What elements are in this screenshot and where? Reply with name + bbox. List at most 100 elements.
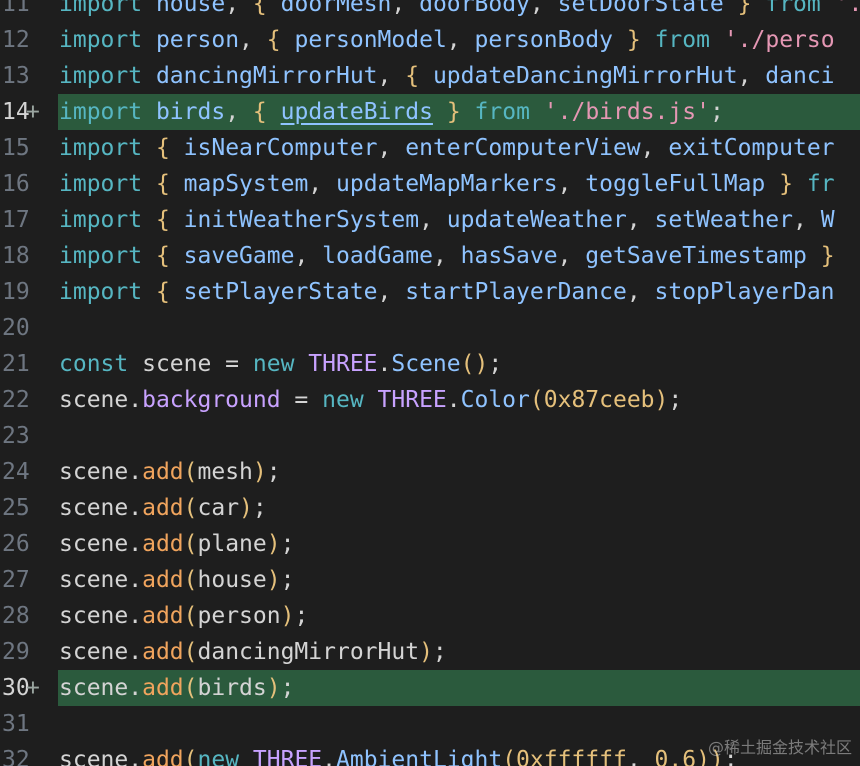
code-token: } [446,99,461,125]
code-token: , [377,135,406,161]
code-token: ( [183,603,198,629]
code-token: dancingMirrorHut [155,63,378,89]
code-token: './birds.js' [543,99,710,125]
code-line[interactable]: 25 scene.add(car); [0,490,860,526]
code-line[interactable]: 27 scene.add(house); [0,562,860,598]
code-token: ) [252,459,267,485]
code-token: add [142,603,184,629]
code-line[interactable]: 21 const scene = new THREE.Scene(); [0,346,860,382]
code-token: toggleFullMap [585,171,766,197]
code-token: getSaveTimestamp [585,243,807,269]
code-text: scene.add(new THREE.AmbientLight(0xfffff… [59,742,738,766]
code-line[interactable]: 28 scene.add(person); [0,598,860,634]
code-token: mapSystem [183,171,309,197]
code-line[interactable]: 17 import { initWeatherSystem, updateWeat… [0,202,860,238]
code-token: ) [266,567,281,593]
code-token: initWeatherSystem [183,207,420,233]
code-token: { [155,279,170,305]
code-line[interactable]: 23 [0,418,860,454]
code-line[interactable]: 29 scene.add(dancingMirrorHut); [0,634,860,670]
code-token: danci [765,63,835,89]
code-line-added[interactable]: 14 + import birds, { updateBirds } from '.… [0,94,860,130]
code-token: ; [252,495,267,521]
code-line[interactable]: 26 scene.add(plane); [0,526,860,562]
code-line[interactable]: 11 import house, { doorMesh, doorBody, se… [0,0,860,22]
code-token: import [59,171,143,197]
code-line[interactable]: 19 import { setPlayerState, startPlayerDa… [0,274,860,310]
code-text: scene.add(mesh); [59,454,281,490]
code-token: 0x87ceeb [543,387,655,413]
code-text: scene.add(birds); [59,670,294,706]
code-token: scene. [59,639,143,665]
code-token: , [640,135,669,161]
code-token: scene = [128,351,253,377]
line-number: 18 [2,243,30,269]
code-token: ( [529,387,544,413]
line-number: 12 [2,27,30,53]
line-number: 17 [2,207,30,233]
code-line[interactable]: 12 import person, { personModel, personBo… [0,22,860,58]
code-token: add [142,495,184,521]
code-line-added[interactable]: 30 + scene.add(birds); [0,670,860,706]
code-line[interactable]: 15 import { isNearComputer, enterComputer… [0,130,860,166]
code-token: 0.6 [654,747,697,766]
code-token: ( [502,747,517,766]
code-token: , [792,207,821,233]
code-token: } [626,27,641,53]
code-line[interactable]: 18 import { saveGame, loadGame, hasSave, … [0,238,860,274]
code-token: ; [668,387,683,413]
code-token: fr [806,171,835,197]
code-token: updateDancingMirrorHut [432,63,738,89]
code-token: from [474,99,530,125]
code-line[interactable]: 22 scene.background = new THREE.Color(0x8… [0,382,860,418]
code-token: updateBirds [280,99,433,125]
code-token: car [197,495,240,521]
code-token: . [377,351,392,377]
code-token: , [626,279,655,305]
diff-added-marker: + [26,675,40,701]
code-token: new [252,351,295,377]
line-number: 29 [2,639,30,665]
code-token: ; [709,99,724,125]
code-text: scene.add(plane); [59,526,294,562]
code-token: , [419,207,447,233]
line-number: 26 [2,531,30,557]
code-token: add [142,747,184,766]
code-line[interactable]: 16 import { mapSystem, updateMapMarkers, … [0,166,860,202]
code-token: , [377,63,406,89]
code-token: scene. [59,747,143,766]
line-number: 31 [2,711,30,737]
code-token: , [446,27,475,53]
code-token: { [252,99,267,125]
code-line[interactable]: 24 scene.add(mesh); [0,454,860,490]
code-line[interactable]: 13 import dancingMirrorHut, { updateDanci… [0,58,860,94]
code-token: updateMapMarkers [336,171,558,197]
code-token: } [820,243,835,269]
code-token: personBody [474,27,613,53]
code-token: 0xffffff [516,747,627,766]
code-text: import { initWeatherSystem, updateWeathe… [59,202,835,238]
code-token: doorMesh [280,0,392,17]
code-editor[interactable]: 11 import house, { doorMesh, doorBody, se… [0,0,860,766]
code-token: ) [266,531,281,557]
code-token: ; [280,531,295,557]
code-token: ( [183,567,198,593]
code-line[interactable]: 20 [0,310,860,346]
